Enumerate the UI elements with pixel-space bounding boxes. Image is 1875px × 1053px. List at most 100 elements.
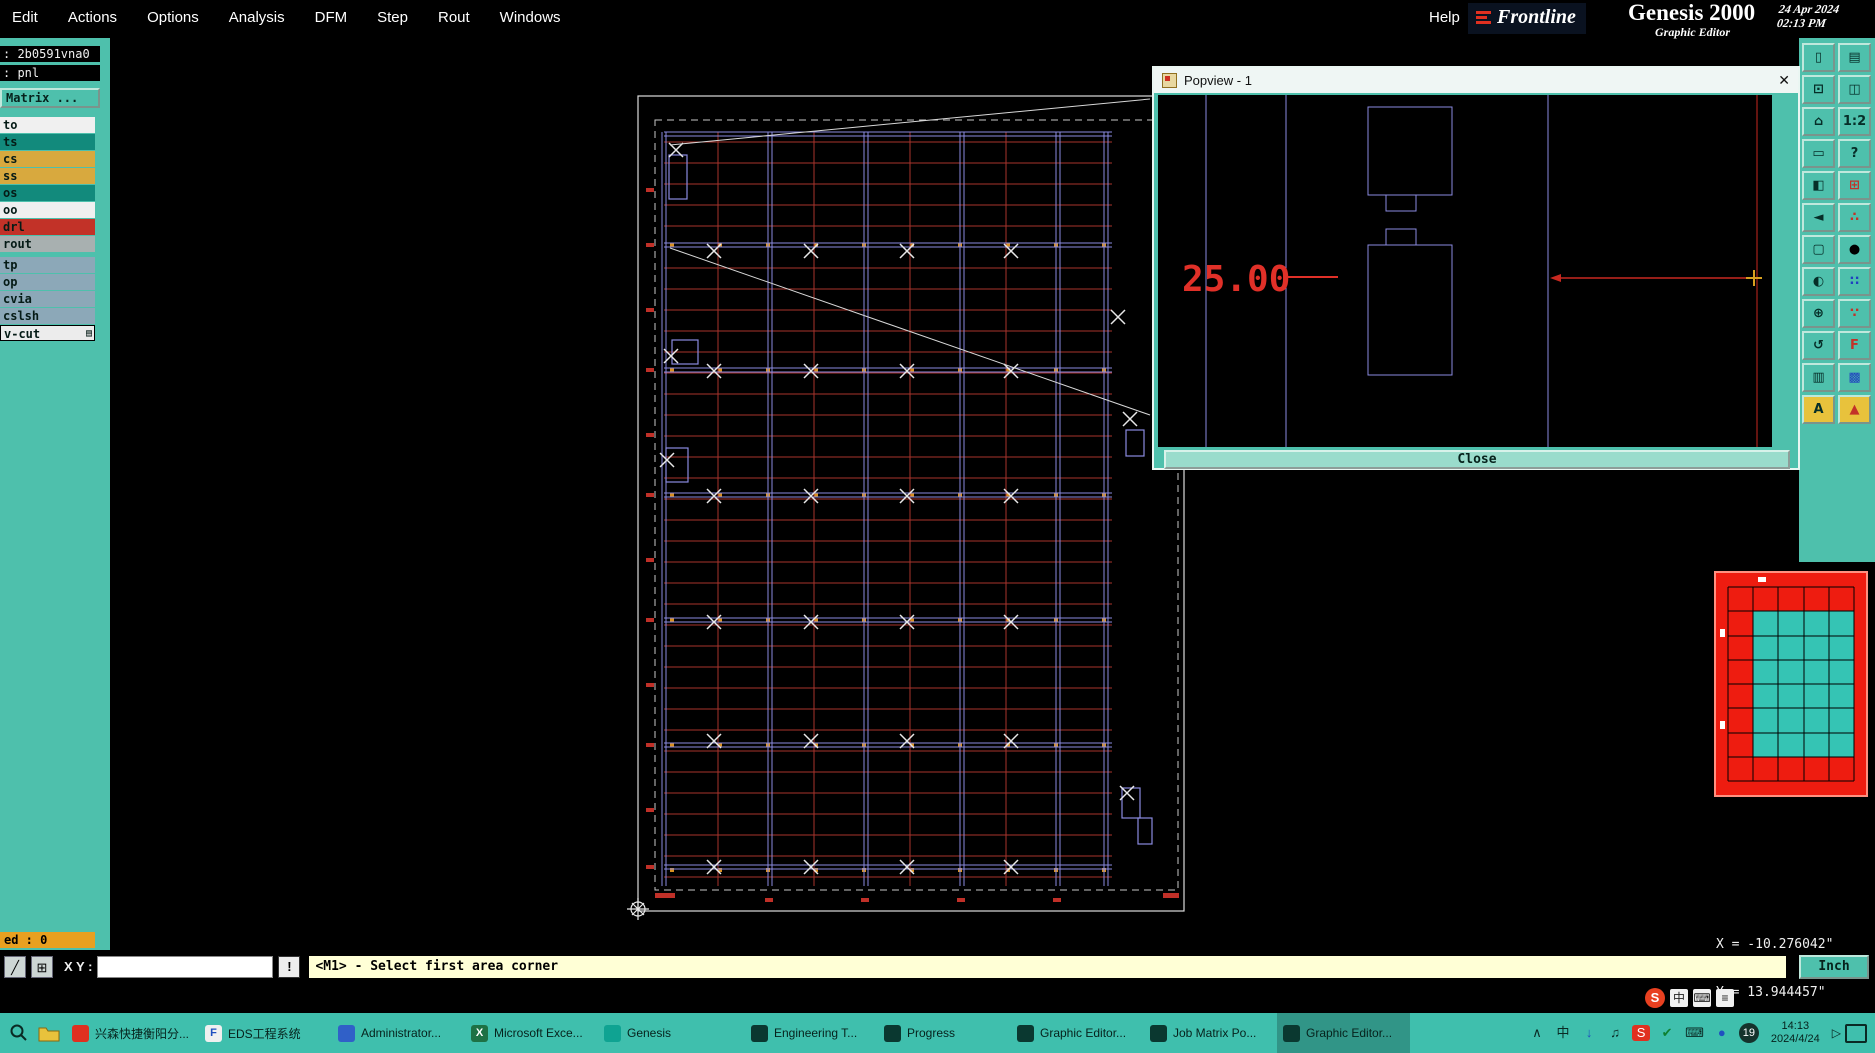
app-subtitle: Graphic Editor bbox=[1655, 25, 1731, 39]
folder-icon[interactable] bbox=[36, 1020, 62, 1046]
taskbar-item[interactable]: 兴森快捷衡阳分... bbox=[66, 1013, 199, 1053]
taskbar-item-label: Graphic Editor... bbox=[1040, 1026, 1127, 1040]
layer-row[interactable]: drl bbox=[0, 219, 95, 235]
toolbar-icon[interactable]: ◫ bbox=[1838, 75, 1871, 104]
layer-row[interactable]: oo bbox=[0, 202, 95, 218]
toolbar-icon[interactable]: ⊡ bbox=[1802, 75, 1835, 104]
taskbar-item[interactable]: Genesis bbox=[598, 1013, 731, 1053]
taskbar-item[interactable]: Engineering T... bbox=[745, 1013, 878, 1053]
matrix-button[interactable]: Matrix ... bbox=[0, 88, 100, 108]
toolbar-icon[interactable]: ▢ bbox=[1802, 235, 1835, 264]
menu-item[interactable]: Analysis bbox=[229, 9, 285, 26]
menu-item[interactable]: Step bbox=[377, 9, 408, 26]
taskbar-item-icon: X bbox=[471, 1024, 488, 1042]
show-desktop-icon[interactable]: ▷ bbox=[1832, 1026, 1841, 1040]
taskbar-item-label: Graphic Editor... bbox=[1306, 1026, 1393, 1040]
menu-item[interactable]: Options bbox=[147, 9, 199, 26]
menu-item[interactable]: Actions bbox=[68, 9, 117, 26]
toolbar-icon[interactable]: ↺ bbox=[1802, 331, 1835, 360]
toolbar-icon[interactable]: ▤ bbox=[1838, 43, 1871, 72]
tray-icon[interactable]: S bbox=[1632, 1025, 1651, 1041]
layer-row[interactable]: ss bbox=[0, 168, 95, 184]
select-mode-icon[interactable]: ╱ bbox=[4, 955, 26, 978]
layer-row[interactable]: to bbox=[0, 117, 95, 133]
toolbar-icon[interactable]: ∴ bbox=[1838, 203, 1871, 232]
toolbar-icon[interactable]: ▩ bbox=[1838, 363, 1871, 392]
notification-badge[interactable]: 19 bbox=[1738, 1023, 1759, 1043]
toolbar-icon[interactable]: A bbox=[1802, 395, 1835, 424]
toolbar-icon[interactable]: ⌂ bbox=[1802, 107, 1835, 136]
menu-time: 02:13 PM bbox=[1776, 16, 1827, 30]
xy-input[interactable] bbox=[97, 955, 274, 978]
toolbar-icon[interactable]: ▲ bbox=[1838, 395, 1871, 424]
taskbar-item-label: Job Matrix Po... bbox=[1173, 1026, 1257, 1040]
popview-canvas[interactable]: 25.00 bbox=[1158, 95, 1772, 447]
popview-window: Popview - 1 ✕ 25.00 Close bbox=[1152, 66, 1800, 470]
layer-row[interactable]: cslsh bbox=[0, 308, 95, 324]
toolbar-icon[interactable]: ? bbox=[1838, 139, 1871, 168]
layer-row[interactable]: cs bbox=[0, 151, 95, 167]
step-name: : pnl bbox=[0, 65, 100, 81]
taskbar-item[interactable]: Graphic Editor... bbox=[1277, 1013, 1410, 1053]
layer-row[interactable]: rout bbox=[0, 236, 95, 252]
toolbar-icon[interactable]: ◐ bbox=[1802, 267, 1835, 296]
tray-icon[interactable]: ∧ bbox=[1528, 1025, 1546, 1041]
toolbar-icon[interactable]: ⊞ bbox=[1838, 171, 1871, 200]
layer-row[interactable]: v-cut bbox=[0, 325, 95, 341]
search-icon[interactable] bbox=[6, 1020, 32, 1046]
tray-icon[interactable]: ↓ bbox=[1580, 1025, 1598, 1041]
taskbar-item[interactable]: Graphic Editor... bbox=[1011, 1013, 1144, 1053]
menu-item[interactable]: Rout bbox=[438, 9, 470, 26]
taskbar-item[interactable]: F EDS工程系统 bbox=[199, 1013, 332, 1053]
layer-row[interactable]: os bbox=[0, 185, 95, 201]
layer-row[interactable]: op bbox=[0, 274, 95, 290]
taskbar-item[interactable]: Administrator... bbox=[332, 1013, 465, 1053]
ime-icon[interactable]: ≡ bbox=[1716, 989, 1734, 1007]
menu-item[interactable]: Windows bbox=[500, 9, 561, 26]
action-center-icon[interactable] bbox=[1845, 1023, 1867, 1043]
ime-icon[interactable]: 中 bbox=[1670, 989, 1688, 1007]
layer-row[interactable]: ts bbox=[0, 134, 95, 150]
popview-titlebar[interactable]: Popview - 1 ✕ bbox=[1154, 68, 1798, 93]
toolbar-icon[interactable]: ∵ bbox=[1838, 299, 1871, 328]
toolbar-icon[interactable]: 1:2 bbox=[1838, 107, 1871, 136]
units-button[interactable]: Inch bbox=[1799, 954, 1869, 979]
taskbar-item[interactable]: X Microsoft Exce... bbox=[465, 1013, 598, 1053]
taskbar-item-label: Progress bbox=[907, 1026, 956, 1040]
status-bar: ╱ ⊞ X Y : ! <M1> - Select first area cor… bbox=[0, 950, 1875, 983]
ime-icon[interactable]: ⌨ bbox=[1693, 989, 1711, 1007]
toolbar-icon[interactable]: F bbox=[1838, 331, 1871, 360]
tray-icon[interactable]: 中 bbox=[1554, 1025, 1572, 1041]
close-icon[interactable]: ✕ bbox=[1778, 72, 1790, 89]
menu-item[interactable]: DFM bbox=[315, 9, 348, 26]
tray-icon[interactable]: ✔ bbox=[1658, 1025, 1676, 1041]
taskbar-item-icon bbox=[884, 1024, 901, 1042]
taskbar-item[interactable]: Progress bbox=[878, 1013, 1011, 1053]
tray-icon[interactable]: ● bbox=[1713, 1025, 1731, 1041]
toolbar-icon[interactable]: ● bbox=[1838, 235, 1871, 264]
toolbar-icon[interactable]: ▭ bbox=[1802, 139, 1835, 168]
sogou-logo-icon[interactable]: S bbox=[1645, 988, 1665, 1008]
toolbar-icon[interactable]: ▯ bbox=[1802, 43, 1835, 72]
toolbar-icon[interactable]: ⊕ bbox=[1802, 299, 1835, 328]
menu-help[interactable]: Help bbox=[1429, 9, 1460, 26]
popview-close-button[interactable]: Close bbox=[1164, 450, 1790, 469]
menu-item[interactable]: Edit bbox=[12, 9, 38, 26]
toolbar-icon[interactable]: ◄ bbox=[1802, 203, 1835, 232]
taskbar-item-label: 兴森快捷衡阳分... bbox=[95, 1026, 190, 1041]
taskbar-item-icon bbox=[751, 1024, 768, 1042]
tray-icon[interactable]: ⌨ bbox=[1684, 1025, 1705, 1041]
overview-thumbnail[interactable] bbox=[1714, 571, 1868, 797]
taskbar-item[interactable]: Job Matrix Po... bbox=[1144, 1013, 1277, 1053]
toolbar-icon[interactable]: ∷ bbox=[1838, 267, 1871, 296]
grid-mode-icon[interactable]: ⊞ bbox=[31, 955, 53, 978]
toolbar-icon[interactable]: ▥ bbox=[1802, 363, 1835, 392]
alert-button[interactable]: ! bbox=[278, 955, 301, 978]
layer-row[interactable]: tp bbox=[0, 257, 95, 273]
tray-icon[interactable]: ♫ bbox=[1606, 1025, 1624, 1041]
popview-target-cross bbox=[1746, 270, 1762, 286]
taskbar-item-icon bbox=[72, 1024, 89, 1042]
layer-row[interactable]: cvia bbox=[0, 291, 95, 307]
clock[interactable]: 14:13 2024/4/24 bbox=[1771, 1020, 1820, 1046]
toolbar-icon[interactable]: ◧ bbox=[1802, 171, 1835, 200]
